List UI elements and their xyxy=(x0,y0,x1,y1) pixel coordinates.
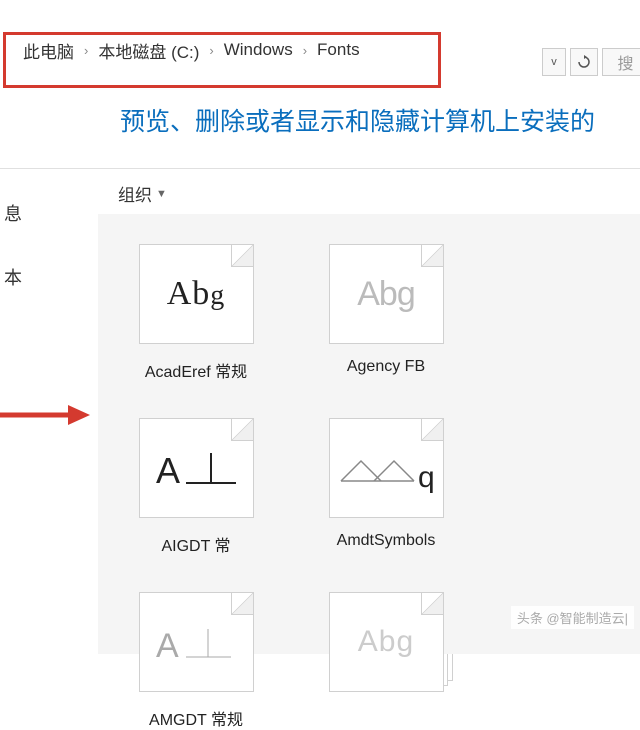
chevron-right-icon: › xyxy=(303,43,307,58)
nav-controls: v 搜 xyxy=(542,48,640,76)
font-preview: Abg xyxy=(167,275,226,313)
font-item-agency[interactable]: Abg Agency FB xyxy=(316,244,456,382)
page-title: 预览、删除或者显示和隐藏计算机上安装的 xyxy=(0,72,640,158)
crumb-drive-c[interactable]: 本地磁盘 (C:) xyxy=(98,38,199,63)
font-label: AmdtSymbols xyxy=(337,532,436,550)
font-item-amdtsymbols[interactable]: q AmdtSymbols xyxy=(316,418,456,556)
chevron-right-icon: › xyxy=(84,43,88,58)
history-dropdown[interactable]: v xyxy=(542,48,566,76)
crumb-this-pc[interactable]: 此电脑 xyxy=(23,38,74,63)
page-fold-icon xyxy=(231,245,253,267)
refresh-icon xyxy=(576,54,592,70)
font-preview: Abg xyxy=(358,625,414,659)
font-label: AIGDT 常 xyxy=(161,532,230,556)
font-family-icon: Abg xyxy=(329,592,444,692)
font-preview: Abg xyxy=(357,275,415,314)
font-file-icon: Abg xyxy=(139,244,254,344)
font-label: AcadEref 常规 xyxy=(145,358,247,382)
svg-text:A: A xyxy=(156,627,180,665)
page-fold-icon xyxy=(421,245,443,267)
font-item-amgdt[interactable]: A AMGDT 常规 xyxy=(126,592,266,730)
font-item-partial[interactable]: Abg xyxy=(316,592,456,730)
font-preview: A xyxy=(151,617,241,667)
chevron-right-icon: › xyxy=(209,43,213,58)
organize-label: 组织 xyxy=(118,181,152,206)
font-preview: A xyxy=(151,443,241,493)
svg-text:q: q xyxy=(418,461,436,493)
font-item-acaderef[interactable]: Abg AcadEref 常规 xyxy=(126,244,266,382)
page-fold-icon xyxy=(231,419,253,441)
side-item-2[interactable]: 本 xyxy=(0,264,30,290)
side-item-1[interactable]: 息 xyxy=(0,200,30,226)
font-list: Abg AcadEref 常规 Abg Agency FB A AIGDT 常 xyxy=(98,214,640,654)
organize-button[interactable]: 组织 ▼ xyxy=(118,181,167,206)
side-panel: 息 本 xyxy=(0,200,30,328)
font-label: Agency FB xyxy=(347,358,425,376)
page-fold-icon xyxy=(421,593,443,615)
font-label: AMGDT 常规 xyxy=(149,706,243,730)
chevron-down-icon: ▼ xyxy=(156,188,167,200)
page-fold-icon xyxy=(421,419,443,441)
svg-text:A: A xyxy=(156,450,181,491)
font-family-icon: Abg xyxy=(329,244,444,344)
red-arrow-annotation xyxy=(0,400,90,430)
refresh-button[interactable] xyxy=(570,48,598,76)
font-item-aigdt[interactable]: A AIGDT 常 xyxy=(126,418,266,556)
crumb-windows[interactable]: Windows xyxy=(224,40,293,60)
font-preview: q xyxy=(336,443,436,493)
font-file-icon: A xyxy=(139,592,254,692)
toolbar: 组织 ▼ xyxy=(0,168,640,214)
page-fold-icon xyxy=(231,593,253,615)
search-input[interactable]: 搜 xyxy=(602,48,640,76)
font-file-icon: A xyxy=(139,418,254,518)
breadcrumb[interactable]: 此电脑 › 本地磁盘 (C:) › Windows › Fonts xyxy=(18,38,365,63)
address-bar: 此电脑 › 本地磁盘 (C:) › Windows › Fonts v 搜 xyxy=(0,0,640,72)
watermark: 头条 @智能制造云| xyxy=(511,606,634,629)
font-file-icon: q xyxy=(329,418,444,518)
crumb-fonts[interactable]: Fonts xyxy=(317,40,360,60)
